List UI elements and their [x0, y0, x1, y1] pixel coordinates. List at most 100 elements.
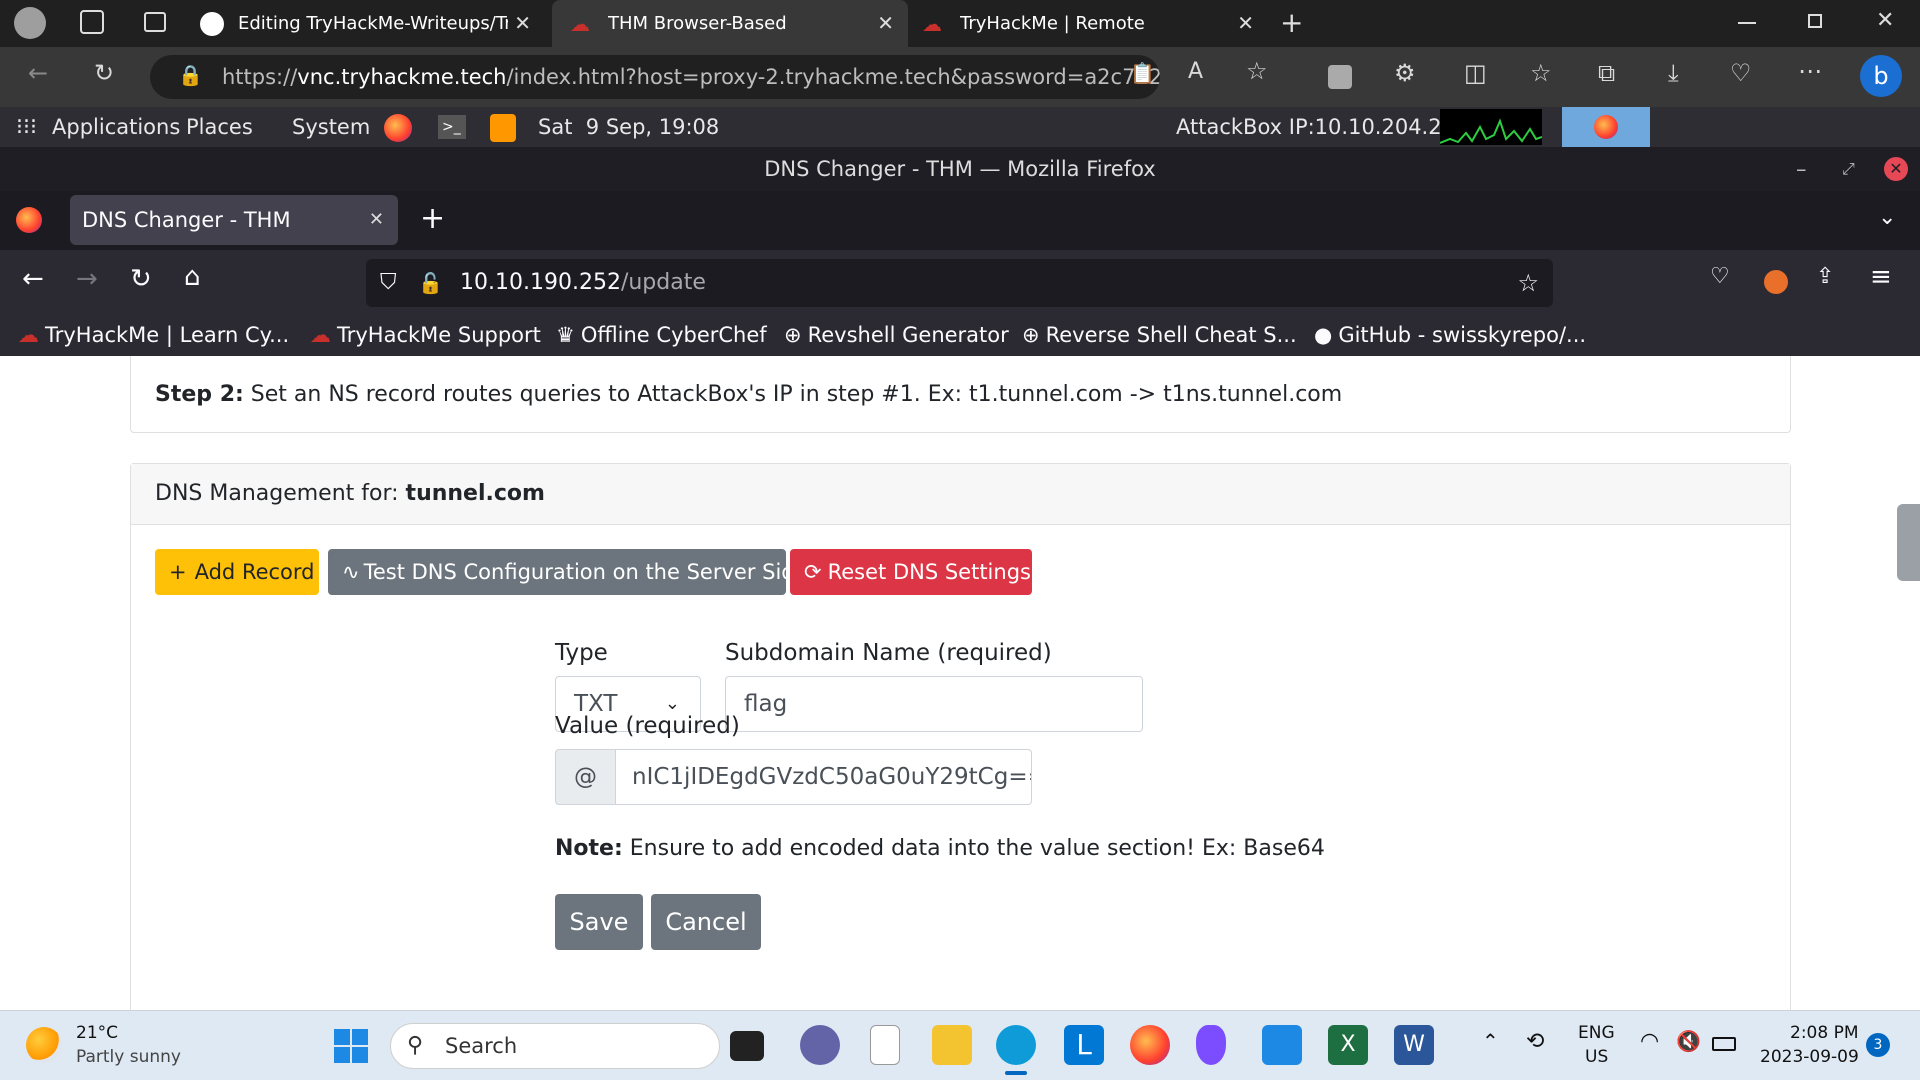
more-options-icon[interactable]: ⋯: [1798, 57, 1822, 85]
menu-places[interactable]: Places: [186, 115, 253, 139]
read-aloud-icon[interactable]: A: [1188, 59, 1203, 84]
close-tab-icon[interactable]: ✕: [877, 11, 894, 35]
l-app-icon[interactable]: L: [1064, 1025, 1104, 1065]
bookmark-github[interactable]: ● GitHub - swisskyrepo/...: [1314, 323, 1586, 347]
reset-dns-button[interactable]: ⟳ Reset DNS Settings: [790, 549, 1032, 595]
favorite-star-icon[interactable]: ☆: [1246, 57, 1268, 85]
restore-icon[interactable]: [1808, 14, 1822, 28]
menu-system[interactable]: System: [292, 115, 370, 139]
edge-tab-thm-remote[interactable]: ☁ TryHackMe | Remote ✕: [916, 0, 1268, 47]
edge-tab-thm-browser[interactable]: ☁ THM Browser-Based ✕: [552, 0, 908, 47]
taskbar-search[interactable]: ⚲ Search: [390, 1023, 720, 1069]
photos-icon[interactable]: [1262, 1025, 1302, 1065]
firefox-taskbar-button[interactable]: [1562, 107, 1650, 147]
workspaces-icon[interactable]: [80, 10, 104, 34]
page-content: Step 2: Set an NS record routes queries …: [0, 356, 1920, 1010]
edge-url-field[interactable]: 🔒 https://vnc.tryhackme.tech/index.html?…: [150, 55, 1160, 99]
lang-line-2[interactable]: US: [1585, 1047, 1608, 1067]
terminal-launcher-icon[interactable]: >_: [438, 115, 466, 139]
side-panel-handle[interactable]: [1897, 504, 1920, 581]
excel-icon[interactable]: X: [1328, 1025, 1368, 1065]
volume-muted-icon[interactable]: 🔇: [1676, 1029, 1701, 1053]
close-tab-icon[interactable]: ✕: [514, 11, 531, 35]
extensions-puzzle-icon[interactable]: ⚙: [1394, 59, 1416, 87]
firefox-view-icon[interactable]: [16, 207, 42, 233]
weather-desc[interactable]: Partly sunny: [76, 1047, 181, 1067]
favorites-icon[interactable]: ☆: [1530, 59, 1552, 87]
clock-time[interactable]: 2:08 PM: [1790, 1023, 1859, 1043]
hamburger-menu-icon[interactable]: ≡: [1870, 262, 1892, 292]
test-dns-button[interactable]: ∿ Test DNS Configuration on the Server Si…: [328, 549, 808, 595]
minimize-icon[interactable]: [1738, 22, 1756, 24]
subdomain-input[interactable]: flag: [725, 676, 1143, 732]
weather-icon[interactable]: [26, 1027, 62, 1063]
sync-icon[interactable]: ⟲: [1526, 1029, 1544, 1054]
obsidian-icon[interactable]: [1196, 1025, 1226, 1065]
lang-line-1[interactable]: ENG: [1578, 1023, 1615, 1043]
collections-icon[interactable]: ⧉: [1598, 59, 1615, 87]
panel-datetime[interactable]: Sat 9 Sep, 19:08: [538, 115, 719, 139]
tab-actions-icon[interactable]: [144, 12, 166, 32]
bookmark-star-icon[interactable]: ☆: [1517, 259, 1539, 307]
downloads-icon[interactable]: ⤓: [1668, 59, 1679, 87]
menu-applications[interactable]: Applications: [52, 115, 180, 139]
ff-back-icon[interactable]: ←: [22, 264, 44, 294]
bing-copilot-icon[interactable]: b: [1860, 55, 1902, 97]
task-view-icon[interactable]: [730, 1031, 764, 1061]
firefox-icon[interactable]: [1130, 1025, 1170, 1065]
ff-close-icon[interactable]: ✕: [1884, 157, 1908, 181]
list-all-tabs-icon[interactable]: ⌄: [1878, 205, 1896, 230]
weather-temp[interactable]: 21°C: [76, 1023, 118, 1043]
sublime-launcher-icon[interactable]: [490, 114, 516, 142]
bookmark-revshell[interactable]: ⊕ Revshell Generator: [784, 323, 1009, 347]
bookmark-reverse-shell-cheat[interactable]: ⊕ Reverse Shell Cheat S...: [1022, 323, 1297, 347]
ff-forward-icon[interactable]: →: [76, 264, 98, 294]
ff-reload-icon[interactable]: ↻: [130, 264, 152, 294]
firefox-launcher-icon[interactable]: [384, 114, 412, 142]
value-input[interactable]: nIC1jIDEgdGVzdC50aG0uY29tCg==: [615, 749, 1032, 805]
save-button[interactable]: Save: [555, 894, 643, 950]
edge-tab-github[interactable]: Editing TryHackMe-Writeups/Tryl ✕: [200, 0, 545, 47]
windows-start-icon[interactable]: [334, 1029, 368, 1063]
wifi-icon[interactable]: ◠: [1640, 1029, 1659, 1054]
chef-hat-icon: ♛: [556, 323, 575, 347]
refresh-icon[interactable]: ↻: [94, 59, 114, 87]
ff-url-field[interactable]: ⛉ 🔓 10.10.190.252/update ☆: [366, 259, 1553, 307]
pocket-icon[interactable]: ♡: [1710, 264, 1730, 289]
bookmark-thm-support[interactable]: ☁ TryHackMe Support: [310, 323, 541, 347]
edge-icon[interactable]: [996, 1025, 1036, 1065]
extension-icon[interactable]: [1328, 65, 1352, 89]
ff-minimize-icon[interactable]: –: [1796, 147, 1807, 191]
step2-text: Step 2: Set an NS record routes queries …: [155, 382, 1342, 407]
foxyproxy-icon[interactable]: [1764, 270, 1788, 294]
bookmark-cyberchef[interactable]: ♛ Offline CyberChef: [556, 323, 767, 347]
value-value: nIC1jIDEgdGVzdC50aG0uY29tCg==: [632, 764, 1032, 790]
close-tab-icon[interactable]: ✕: [1237, 11, 1254, 35]
clock-date[interactable]: 2023-09-09: [1760, 1047, 1859, 1067]
split-screen-icon[interactable]: ◫: [1464, 59, 1487, 87]
add-record-button[interactable]: + Add Record: [155, 549, 319, 595]
notification-badge[interactable]: 3: [1866, 1033, 1890, 1057]
show-hidden-icons-chevron-up-icon[interactable]: ⌃: [1482, 1029, 1499, 1053]
performance-icon[interactable]: ♡: [1730, 59, 1752, 87]
clipboard-icon[interactable]: 📋: [1130, 61, 1155, 85]
firefox-tab-dns-changer[interactable]: DNS Changer - THM ✕: [70, 195, 398, 245]
step-card: Step 2: Set an NS record routes queries …: [130, 356, 1791, 433]
battery-icon[interactable]: [1712, 1037, 1736, 1051]
new-tab-button[interactable]: +: [1280, 6, 1303, 39]
cancel-button[interactable]: Cancel: [651, 894, 761, 950]
extensions-icon[interactable]: ⇪: [1816, 264, 1834, 289]
github-icon: ●: [1314, 323, 1333, 347]
back-icon[interactable]: ←: [28, 59, 48, 87]
profile-avatar-icon[interactable]: [14, 7, 46, 39]
teams-icon[interactable]: [800, 1025, 840, 1065]
ff-new-tab-button[interactable]: +: [420, 201, 445, 236]
bookmark-tryhackme[interactable]: ☁ TryHackMe | Learn Cy...: [18, 323, 289, 347]
ff-home-icon[interactable]: ⌂: [184, 262, 201, 292]
close-window-icon[interactable]: ✕: [1876, 8, 1894, 33]
ff-maximize-icon[interactable]: ⤢: [1842, 147, 1855, 191]
close-tab-icon[interactable]: ✕: [369, 195, 384, 245]
file-icon[interactable]: [870, 1025, 900, 1065]
word-icon[interactable]: W: [1394, 1025, 1434, 1065]
file-explorer-icon[interactable]: [932, 1025, 972, 1065]
